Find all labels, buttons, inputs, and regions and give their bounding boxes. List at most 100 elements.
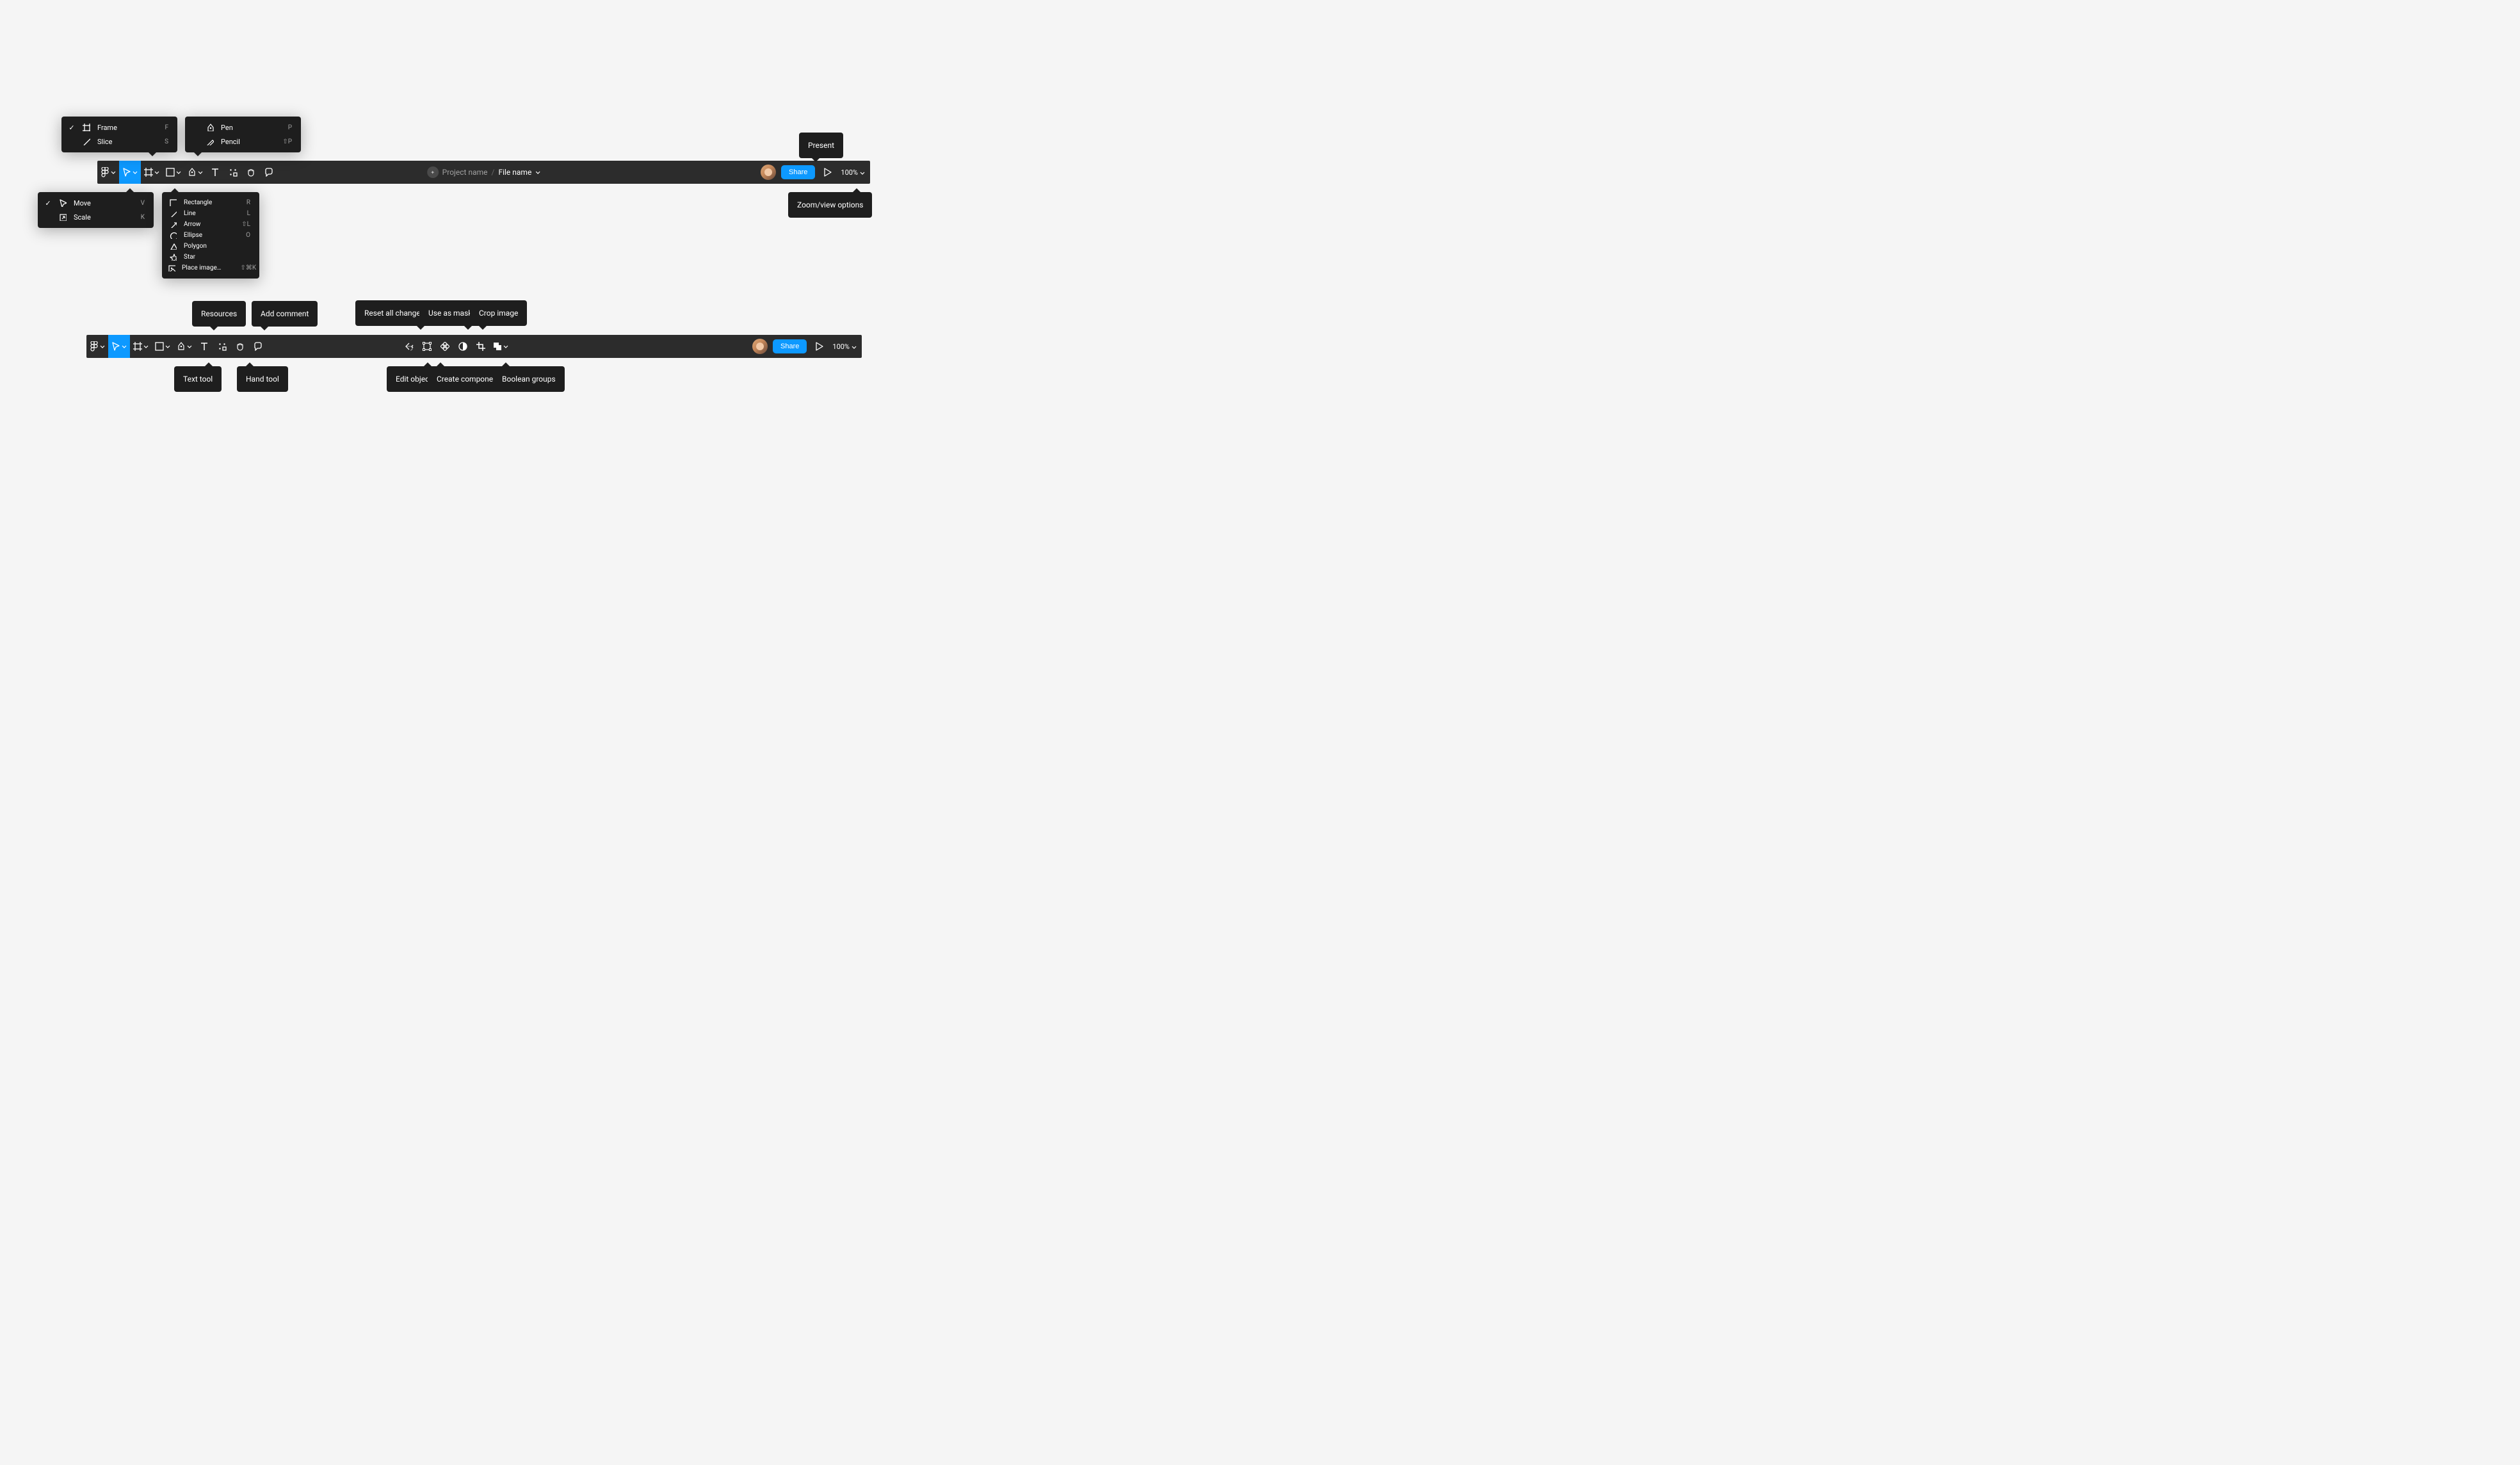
ellipse-icon	[168, 232, 177, 239]
star-icon	[168, 254, 177, 261]
tooltip-crop-image: Crop image	[470, 300, 527, 326]
frame-icon	[133, 342, 142, 351]
use-as-mask-button[interactable]	[454, 335, 472, 358]
zoom-label: 100%	[841, 168, 858, 177]
frame-tool-button[interactable]	[141, 161, 163, 184]
hand-icon	[246, 168, 255, 177]
edit-object-button[interactable]	[418, 335, 436, 358]
tooltip-zoom-view: Zoom/view options	[788, 192, 872, 218]
resources-button[interactable]	[213, 335, 231, 358]
project-name-label: Project name	[442, 168, 488, 177]
pen-icon	[188, 168, 197, 177]
chevron-down-icon	[860, 168, 865, 177]
rectangle-icon	[155, 342, 164, 351]
boolean-icon	[493, 342, 502, 351]
pen-tool-button[interactable]	[174, 335, 195, 358]
chevron-down-icon	[535, 171, 540, 174]
figma-icon	[90, 341, 99, 352]
comment-tool-button[interactable]	[249, 335, 267, 358]
pen-tool-menu: Pen P Pencil ⇧P	[185, 117, 301, 152]
text-tool-button[interactable]	[195, 335, 213, 358]
chevron-down-icon	[852, 343, 857, 351]
shape-tool-button[interactable]	[152, 335, 174, 358]
tooltip-hand-tool: Hand tool	[237, 366, 288, 392]
menu-item-pen[interactable]: Pen P	[185, 120, 301, 134]
zoom-view-button[interactable]: 100%	[841, 168, 865, 177]
hand-icon	[236, 342, 245, 351]
share-button[interactable]: Share	[781, 165, 815, 179]
hand-tool-button[interactable]	[242, 161, 260, 184]
team-icon: ✦	[427, 166, 439, 178]
chevron-down-icon	[176, 171, 181, 174]
present-button[interactable]	[820, 161, 836, 184]
crop-icon	[476, 342, 485, 351]
rectangle-icon	[166, 168, 175, 177]
comment-tool-button[interactable]	[260, 161, 278, 184]
reset-icon	[405, 342, 414, 351]
reset-changes-button[interactable]	[400, 335, 418, 358]
pen-tool-button[interactable]	[184, 161, 206, 184]
check-icon: ✓	[44, 199, 52, 207]
file-breadcrumb[interactable]: ✦ Project name / File name	[427, 161, 541, 184]
figma-icon	[101, 167, 109, 177]
line-icon	[168, 210, 177, 217]
polygon-icon	[168, 243, 177, 250]
tooltip-boolean-groups: Boolean groups	[493, 366, 565, 392]
main-menu-button[interactable]	[86, 335, 108, 358]
main-menu-button[interactable]	[97, 161, 119, 184]
play-icon	[823, 168, 832, 177]
resources-button[interactable]	[224, 161, 242, 184]
text-icon	[211, 168, 220, 177]
pen-icon	[206, 124, 214, 131]
chevron-down-icon	[122, 345, 127, 348]
component-icon	[440, 342, 449, 351]
avatar[interactable]	[752, 339, 768, 354]
file-name-label: File name	[498, 168, 531, 177]
chevron-down-icon	[165, 345, 170, 348]
rectangle-icon	[168, 199, 177, 206]
avatar[interactable]	[761, 165, 776, 180]
frame-tool-button[interactable]	[130, 335, 152, 358]
menu-item-rectangle[interactable]: Rectangle R	[162, 197, 259, 208]
slice-icon	[82, 138, 91, 145]
menu-item-star[interactable]: Star	[162, 252, 259, 263]
menu-item-frame[interactable]: ✓ Frame F	[61, 120, 177, 134]
tooltip-add-comment: Add comment	[252, 301, 318, 327]
create-component-button[interactable]	[436, 335, 454, 358]
menu-item-place-image[interactable]: Place image… ⇧⌘K	[162, 263, 259, 273]
scale-icon	[58, 213, 67, 221]
chevron-down-icon	[503, 345, 508, 348]
menu-item-pencil[interactable]: Pencil ⇧P	[185, 134, 301, 149]
shape-tool-menu: Rectangle R Line L Arrow ⇧L Ellipse O Po…	[162, 192, 259, 279]
tooltip-text-tool: Text tool	[174, 366, 222, 392]
image-icon	[168, 264, 175, 271]
tooltip-resources: Resources	[192, 301, 246, 327]
menu-item-polygon[interactable]: Polygon	[162, 241, 259, 252]
move-tool-button[interactable]	[108, 335, 130, 358]
text-tool-button[interactable]	[206, 161, 224, 184]
hand-tool-button[interactable]	[231, 335, 249, 358]
boolean-groups-button[interactable]	[490, 335, 512, 358]
chevron-down-icon	[187, 345, 192, 348]
menu-item-arrow[interactable]: Arrow ⇧L	[162, 219, 259, 230]
menu-item-move[interactable]: ✓ Move V	[38, 196, 154, 210]
menu-item-scale[interactable]: Scale K	[38, 210, 154, 224]
move-tool-button[interactable]	[119, 161, 141, 184]
resources-icon	[229, 168, 238, 177]
zoom-label: 100%	[832, 343, 850, 351]
menu-item-slice[interactable]: Slice S	[61, 134, 177, 149]
figma-toolbar-2: Share 100%	[86, 335, 862, 358]
mask-icon	[458, 342, 467, 351]
menu-item-line[interactable]: Line L	[162, 208, 259, 219]
share-button[interactable]: Share	[773, 339, 807, 353]
play-icon	[815, 342, 824, 351]
shape-tool-button[interactable]	[163, 161, 184, 184]
arrow-icon	[168, 221, 177, 228]
tooltip-present: Present	[799, 133, 843, 158]
present-button[interactable]	[812, 335, 827, 358]
comment-icon	[264, 168, 273, 177]
crop-image-button[interactable]	[472, 335, 490, 358]
menu-item-ellipse[interactable]: Ellipse O	[162, 230, 259, 241]
chevron-down-icon	[198, 171, 203, 174]
zoom-view-button[interactable]: 100%	[832, 343, 857, 351]
